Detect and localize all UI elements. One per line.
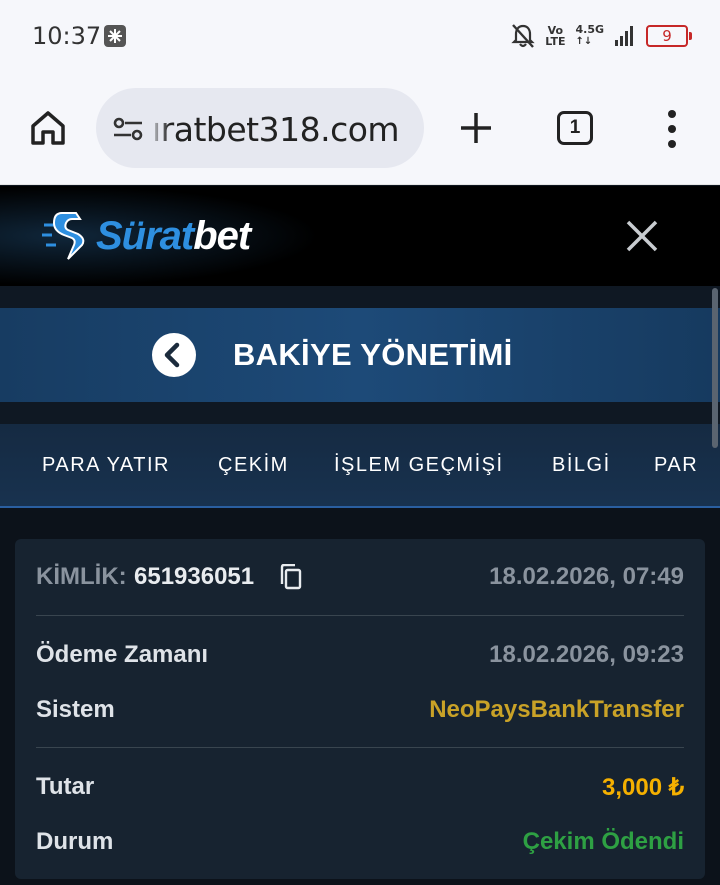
battery-icon: 9 [646,25,692,47]
transaction-card: KİMLİK: 651936051 18.02.2026, 07:49 Ödem… [15,539,705,879]
status-indicators: Vo LTE 4.5G ↑↓ 9 [511,22,692,50]
tab-cekim[interactable]: ÇEKİM [218,454,289,477]
back-button[interactable] [152,333,196,377]
system-value: NeoPaysBankTransfer [429,696,684,723]
transaction-id-value: 651936051 [134,563,255,590]
network-type: 4.5G ↑↓ [575,24,604,48]
bell-off-icon [511,24,535,48]
logo-text: Süratbet [96,213,251,259]
amount-label: Tutar [36,773,95,800]
site-header: Süratbet [0,186,720,286]
header-spacer [0,286,720,308]
app-notification-icon [104,25,126,47]
card-divider [36,747,684,748]
card-divider [36,615,684,616]
payment-time-label: Ödeme Zamanı [36,641,209,668]
volte-bottom: LTE [545,35,566,48]
system-label: Sistem [36,696,115,723]
site-logo[interactable]: Süratbet [42,206,251,266]
amount-value: 3,000 ₺ [602,774,684,801]
page-title: BAKİYE YÖNETİMİ [233,337,513,372]
logo-text-main: bet [193,213,251,258]
address-bar[interactable]: ıratbet318.com [96,88,424,168]
payment-time-value: 18.02.2026, 09:23 [489,641,684,668]
close-icon[interactable] [624,218,660,254]
status-label: Durum [36,828,114,855]
title-spacer [0,402,720,424]
suratbet-logo-icon [42,212,85,260]
tab-partial[interactable]: PAR [654,454,698,477]
tab-bar: PARA YATIR ÇEKİM İŞLEM GEÇMİŞİ BİLGİ PAR [0,424,720,508]
status-badge: Çekim Ödendi [522,828,684,855]
site-settings-icon[interactable] [112,116,144,142]
logo-text-accent: Sürat [96,213,194,258]
page-title-bar: BAKİYE YÖNETİMİ [0,308,720,402]
plus-icon[interactable] [458,110,494,146]
url-fade [148,88,170,168]
scrollbar-thumb[interactable] [712,288,718,448]
status-time: 10:37 [32,22,102,50]
status-bar: 10:37 Vo LTE 4.5G ↑↓ 9 [0,0,720,72]
data-arrows-icon: ↑↓ [575,36,593,47]
url-text[interactable]: ıratbet318.com [152,110,400,149]
copy-icon[interactable] [279,564,303,590]
volte-indicator: Vo LTE [545,25,565,47]
transaction-id-label: KİMLİK: [36,563,127,590]
browser-toolbar: ıratbet318.com 1 [0,72,720,185]
tab-para-yatir[interactable]: PARA YATIR [42,454,170,477]
home-icon[interactable] [28,108,68,148]
back-arrow-icon [164,342,180,368]
tab-islem-gecmisi[interactable]: İŞLEM GEÇMİŞİ [334,454,504,477]
network-type-label: 4.5G [575,23,604,36]
tabs-icon[interactable]: 1 [557,111,593,145]
more-vert-icon[interactable] [664,109,680,149]
transaction-created-at: 18.02.2026, 07:49 [489,563,684,590]
tab-bilgi[interactable]: BİLGİ [552,454,611,477]
signal-icon [615,26,633,46]
